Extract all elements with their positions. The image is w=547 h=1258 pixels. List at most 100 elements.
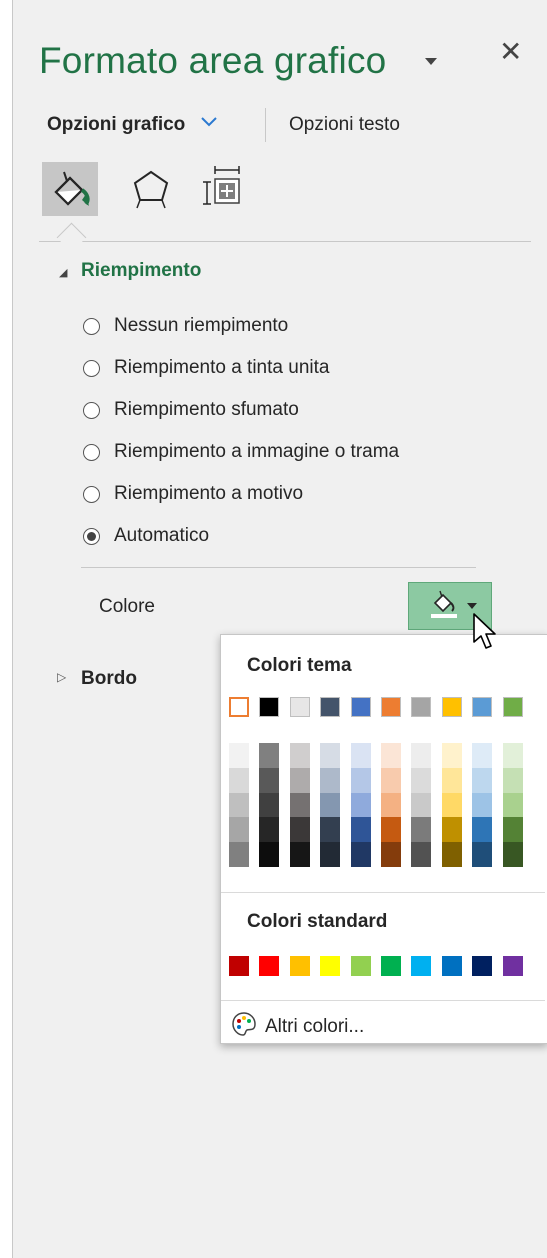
theme-shade-swatch[interactable] (350, 743, 371, 768)
theme-shade-swatch[interactable] (320, 817, 341, 843)
effects-pentagon-icon[interactable] (123, 162, 179, 216)
theme-colors-title: Colori tema (247, 655, 352, 676)
theme-color-swatch[interactable] (229, 697, 249, 717)
theme-shade-swatch[interactable] (229, 767, 249, 793)
theme-color-swatch[interactable] (289, 697, 310, 717)
radio-solid-fill[interactable]: Riempimento a tinta unita (83, 354, 329, 382)
theme-shade-swatch[interactable] (289, 842, 310, 867)
radio-picture-fill[interactable]: Riempimento a immagine o trama (83, 438, 399, 466)
theme-shade-swatch[interactable] (259, 743, 280, 768)
radio-button[interactable] (83, 317, 100, 335)
collapse-triangle-icon[interactable]: ◢ (59, 266, 67, 279)
more-colors-item[interactable]: Altri colori... (231, 1011, 364, 1043)
tab-text-options[interactable]: Opzioni testo (289, 114, 400, 136)
theme-shade-swatch[interactable] (229, 842, 249, 867)
theme-shade-swatch[interactable] (381, 817, 401, 843)
standard-color-swatch[interactable] (320, 956, 341, 976)
theme-color-swatch[interactable] (441, 697, 462, 717)
theme-shade-swatch[interactable] (381, 842, 401, 867)
theme-shade-swatch[interactable] (411, 792, 432, 818)
theme-shade-swatch[interactable] (259, 842, 280, 867)
theme-shade-swatch[interactable] (320, 842, 341, 867)
theme-shade-swatch[interactable] (320, 743, 341, 768)
radio-label: Riempimento a tinta unita (114, 357, 330, 378)
theme-shade-swatch[interactable] (472, 842, 493, 867)
radio-no-fill[interactable]: Nessun riempimento (83, 312, 288, 340)
theme-shade-swatch[interactable] (502, 817, 523, 843)
theme-shade-swatch[interactable] (441, 817, 462, 843)
radio-automatic[interactable]: Automatico (83, 522, 209, 550)
theme-shade-swatch[interactable] (411, 842, 432, 867)
size-properties-icon[interactable] (199, 162, 255, 216)
pane-options-dropdown-icon[interactable] (425, 58, 437, 65)
standard-color-swatch[interactable] (441, 956, 462, 976)
theme-shade-swatch[interactable] (411, 743, 432, 768)
tab-chart-options[interactable]: Opzioni grafico (47, 114, 217, 136)
theme-shade-swatch[interactable] (441, 743, 462, 768)
radio-gradient-fill[interactable]: Riempimento sfumato (83, 396, 299, 424)
theme-color-swatch[interactable] (320, 697, 341, 717)
theme-shade-swatch[interactable] (320, 767, 341, 793)
theme-shade-swatch[interactable] (320, 792, 341, 818)
theme-shade-swatch[interactable] (502, 842, 523, 867)
standard-color-swatch[interactable] (350, 956, 371, 976)
theme-color-swatch[interactable] (502, 697, 523, 717)
standard-color-swatch[interactable] (289, 956, 310, 976)
chevron-down-icon[interactable] (200, 111, 217, 133)
radio-button[interactable] (83, 485, 100, 503)
theme-shade-swatch[interactable] (441, 767, 462, 793)
theme-color-swatch[interactable] (350, 697, 371, 717)
theme-shade-swatch[interactable] (289, 767, 310, 793)
theme-shade-swatch[interactable] (289, 792, 310, 818)
standard-color-swatch[interactable] (381, 956, 401, 976)
theme-shade-swatch[interactable] (350, 792, 371, 818)
standard-color-swatch[interactable] (229, 956, 249, 976)
theme-color-swatch[interactable] (472, 697, 493, 717)
more-colors-label: Altri colori... (265, 1016, 365, 1037)
theme-color-swatch[interactable] (259, 697, 280, 717)
theme-shade-swatch[interactable] (229, 792, 249, 818)
expand-triangle-icon[interactable]: ▷ (57, 670, 66, 684)
close-icon[interactable]: ✕ (499, 38, 522, 66)
radio-button[interactable] (83, 443, 100, 461)
theme-shade-swatch[interactable] (472, 743, 493, 768)
standard-color-swatch[interactable] (411, 956, 432, 976)
radio-button[interactable] (83, 401, 100, 419)
theme-shade-swatch[interactable] (381, 767, 401, 793)
radio-label: Riempimento sfumato (114, 399, 299, 420)
theme-shade-swatch[interactable] (381, 743, 401, 768)
theme-shade-swatch[interactable] (381, 792, 401, 818)
theme-color-swatch[interactable] (381, 697, 401, 717)
theme-shade-swatch[interactable] (472, 767, 493, 793)
theme-shade-swatch[interactable] (350, 767, 371, 793)
theme-color-swatch[interactable] (411, 697, 432, 717)
standard-color-swatch[interactable] (472, 956, 493, 976)
theme-shade-swatch[interactable] (229, 743, 249, 768)
theme-shade-swatch[interactable] (411, 817, 432, 843)
theme-shade-swatch[interactable] (289, 817, 310, 843)
theme-shade-swatch[interactable] (472, 817, 493, 843)
border-section-title[interactable]: Bordo (81, 668, 137, 690)
theme-shade-swatch[interactable] (259, 792, 280, 818)
standard-color-swatch[interactable] (502, 956, 523, 976)
theme-shade-swatch[interactable] (259, 817, 280, 843)
theme-shade-swatch[interactable] (502, 767, 523, 793)
radio-button[interactable] (83, 359, 100, 377)
theme-shade-swatch[interactable] (411, 767, 432, 793)
tab-chart-options-label: Opzioni grafico (47, 114, 186, 135)
theme-shade-swatch[interactable] (229, 817, 249, 843)
theme-shade-swatch[interactable] (350, 842, 371, 867)
theme-shade-swatch[interactable] (472, 792, 493, 818)
theme-shade-swatch[interactable] (502, 792, 523, 818)
theme-shade-swatch[interactable] (441, 842, 462, 867)
theme-shade-swatch[interactable] (502, 743, 523, 768)
theme-shade-swatch[interactable] (350, 817, 371, 843)
theme-shade-swatch[interactable] (441, 792, 462, 818)
radio-pattern-fill[interactable]: Riempimento a motivo (83, 480, 303, 508)
standard-color-swatch[interactable] (259, 956, 280, 976)
theme-shade-swatch[interactable] (259, 767, 280, 793)
radio-button-selected[interactable] (83, 527, 100, 545)
fill-line-icon[interactable] (42, 162, 98, 216)
fill-section-title[interactable]: Riempimento (81, 260, 201, 282)
theme-shade-swatch[interactable] (289, 743, 310, 768)
